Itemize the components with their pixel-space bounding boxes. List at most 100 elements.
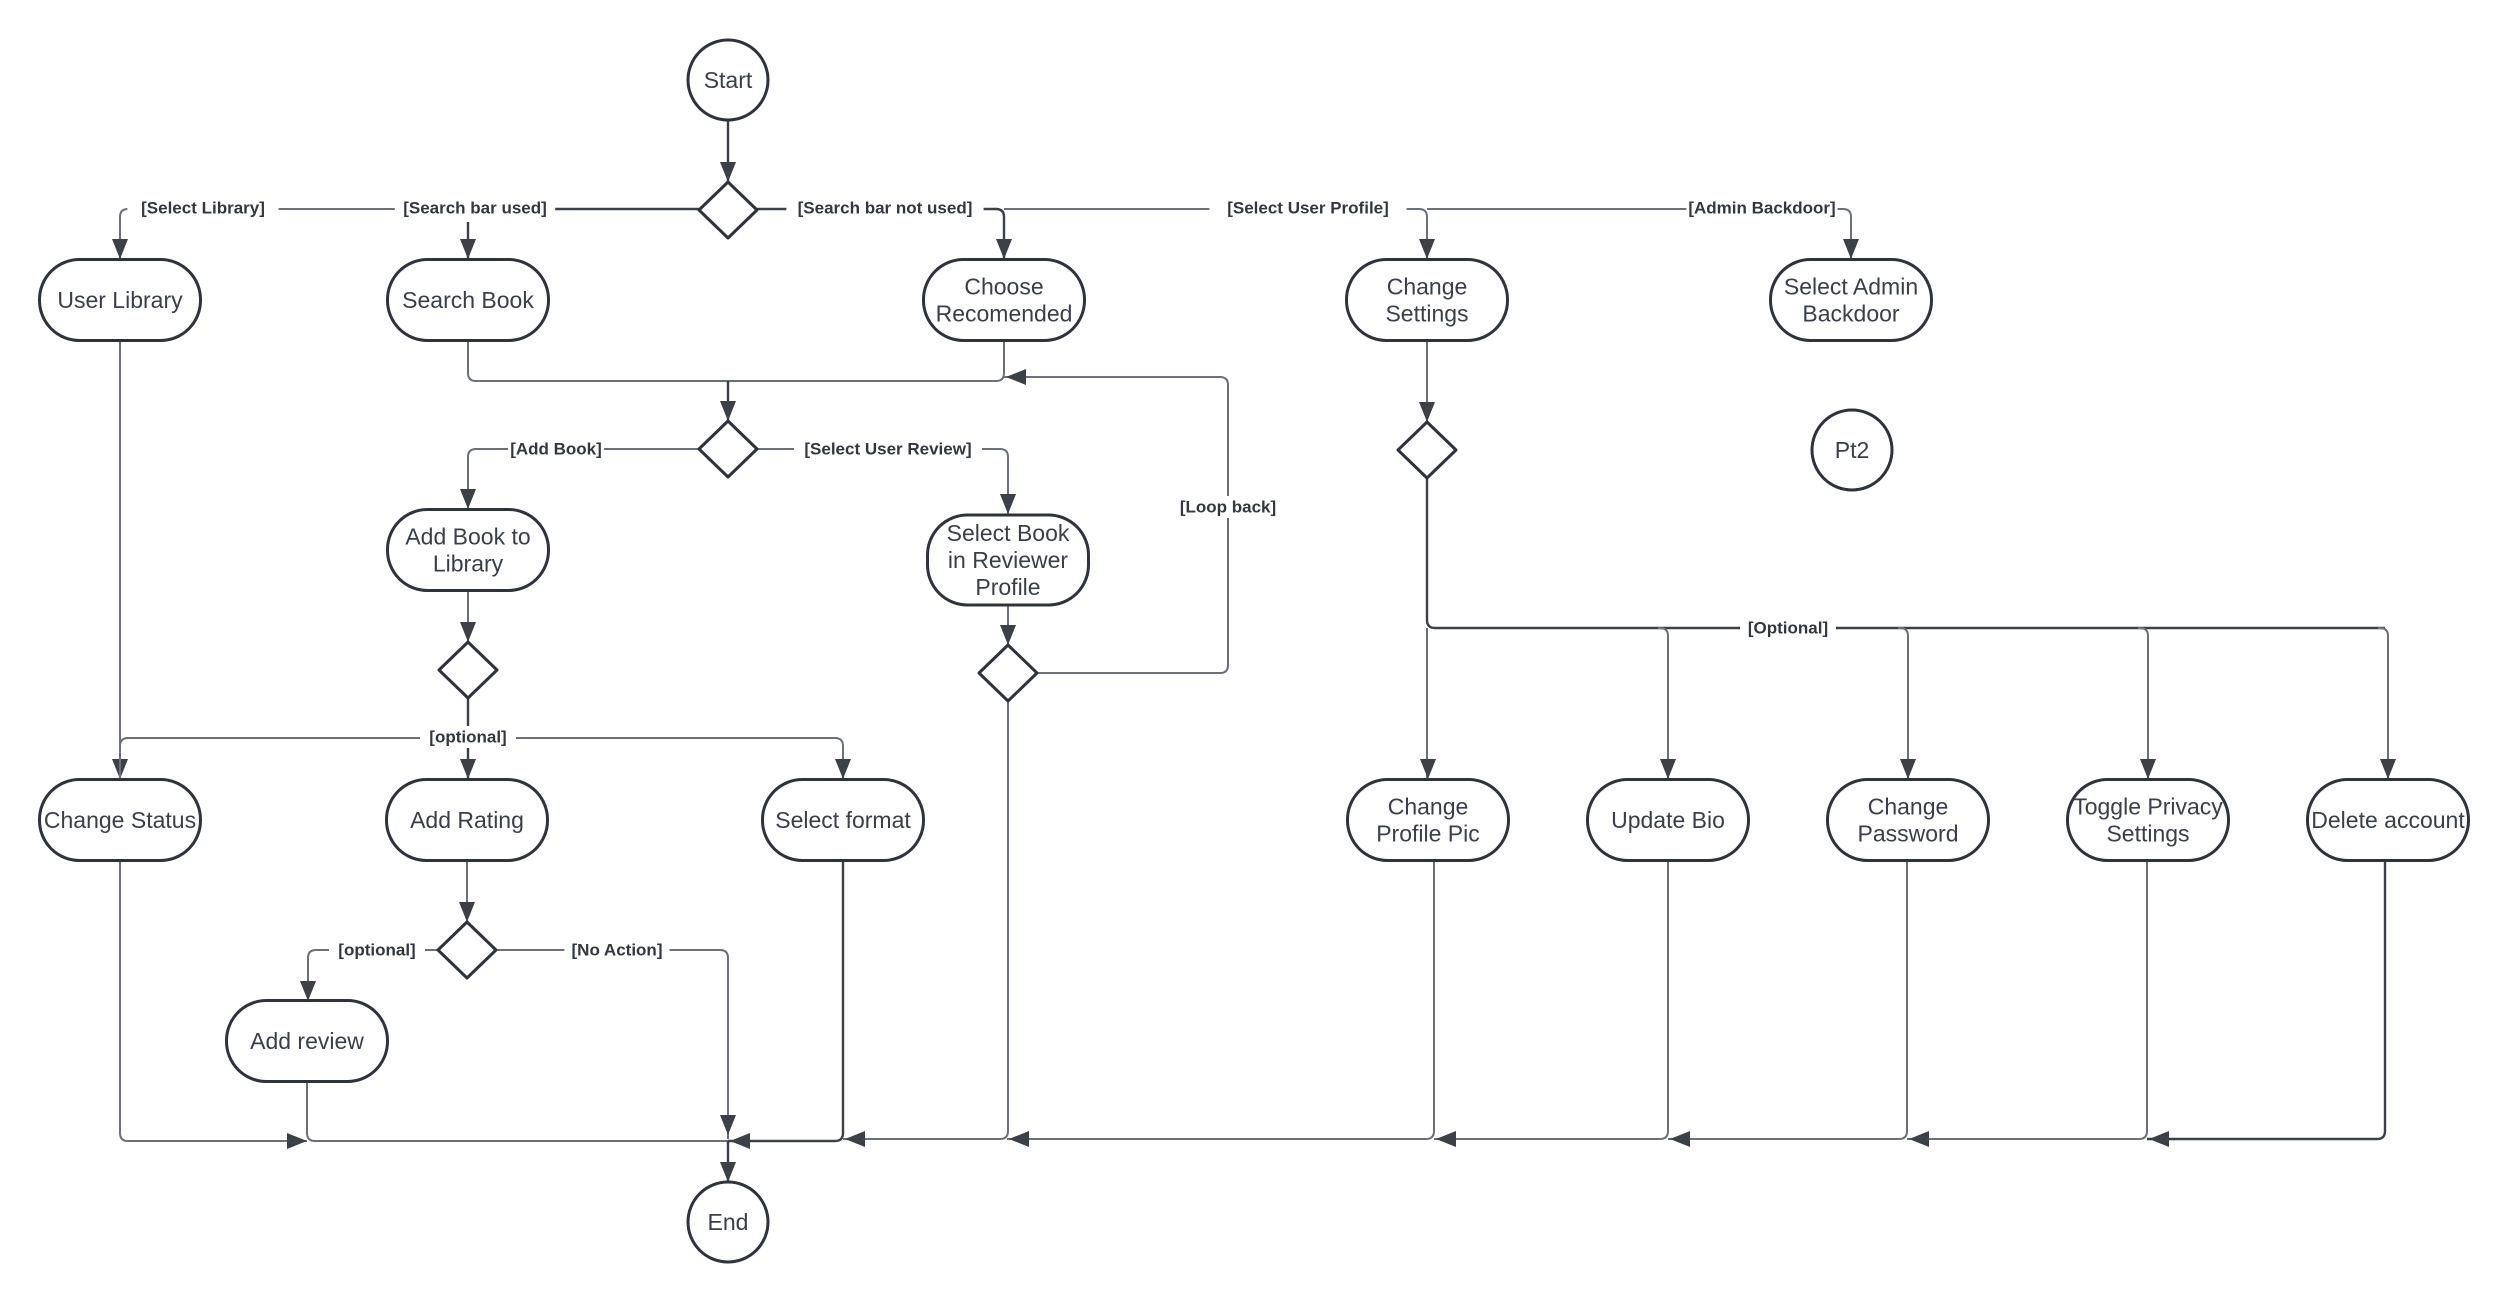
action-change-status[interactable]: Change Status bbox=[38, 778, 202, 862]
flow-optional-to-change-status bbox=[119, 737, 468, 779]
arrowhead-icon bbox=[112, 239, 128, 259]
decision-after-rating[interactable] bbox=[436, 920, 498, 980]
action-toggle-privacy-settings[interactable]: Toggle PrivacySettings bbox=[2066, 778, 2230, 862]
action-select-book-in-reviewer-profile[interactable]: Select Bookin ReviewerProfile bbox=[926, 513, 1090, 607]
guard-label: [optional] bbox=[338, 941, 415, 960]
guard-label: [Select User Review] bbox=[804, 440, 971, 459]
arrowhead-icon bbox=[2380, 759, 2396, 779]
arrowhead-icon bbox=[1006, 369, 1026, 385]
guard-label: [Loop back] bbox=[1180, 498, 1276, 517]
action-label: Settings bbox=[1385, 301, 1468, 327]
action-label: User Library bbox=[57, 287, 183, 313]
arrowhead-icon bbox=[460, 239, 476, 259]
guard-label: [Search bar used] bbox=[403, 199, 547, 218]
flow-delete-account-to-end bbox=[2147, 860, 2387, 1141]
action-label: Settings bbox=[2106, 821, 2189, 847]
flow-add-review-to-end bbox=[306, 1082, 728, 1142]
arrowhead-icon bbox=[835, 759, 851, 779]
action-label: Library bbox=[433, 551, 504, 577]
guard-add-book: [Add Book] bbox=[508, 438, 604, 460]
arrowhead-icon bbox=[1000, 625, 1016, 645]
end-node[interactable]: End bbox=[686, 1180, 770, 1264]
flow-select-format-to-end bbox=[728, 861, 845, 1143]
action-delete-account[interactable]: Delete account bbox=[2306, 778, 2470, 862]
pt2-label: Pt2 bbox=[1835, 437, 1870, 463]
flow-optional-settings-bus bbox=[1425, 478, 2385, 630]
arrowhead-icon bbox=[1420, 759, 1436, 779]
decision-after-add-book[interactable] bbox=[437, 640, 499, 700]
decision-book-action[interactable] bbox=[697, 419, 759, 479]
guard-search-bar-used: [Search bar used] bbox=[394, 197, 556, 219]
arrowhead-icon bbox=[720, 1162, 736, 1182]
arrowhead-icon bbox=[2140, 759, 2156, 779]
action-select-format[interactable]: Select format bbox=[761, 778, 925, 862]
guard-label: [Select User Profile] bbox=[1227, 199, 1389, 218]
action-search-book[interactable]: Search Book bbox=[386, 258, 550, 342]
flow-update-bio-to-end bbox=[1434, 860, 1669, 1140]
flow-change-password-to-end bbox=[1668, 860, 1908, 1140]
arrowhead-icon bbox=[460, 622, 476, 642]
arrowhead-icon bbox=[460, 489, 476, 509]
action-update-bio[interactable]: Update Bio bbox=[1586, 778, 1750, 862]
decision-after-reviewer[interactable] bbox=[977, 643, 1039, 703]
guard-select-library: [Select Library] bbox=[127, 197, 279, 219]
action-label: Backdoor bbox=[1802, 301, 1900, 327]
action-label: Toggle Privacy bbox=[2073, 794, 2223, 820]
action-label: Add review bbox=[250, 1028, 364, 1054]
arrowhead-icon bbox=[460, 759, 476, 779]
flow-optional-settings-branch bbox=[1898, 627, 1909, 779]
action-label: Select format bbox=[775, 807, 911, 833]
arrowhead-icon bbox=[845, 1131, 865, 1147]
action-add-book-to-library[interactable]: Add Book toLibrary bbox=[386, 508, 550, 592]
action-change-settings[interactable]: ChangeSettings bbox=[1345, 258, 1509, 342]
arrowhead-icon bbox=[730, 1133, 750, 1149]
arrowhead-icon bbox=[300, 981, 316, 1001]
arrowhead-icon bbox=[1419, 402, 1435, 422]
guard-select-user-review: [Select User Review] bbox=[794, 438, 982, 460]
guard-no-action: [No Action] bbox=[564, 939, 670, 961]
activity-diagram-canvas: Start User Library Search Book ChooseRecome… bbox=[38, 38, 2470, 1264]
action-label: Change bbox=[1388, 794, 1469, 820]
pt2-node[interactable]: Pt2 bbox=[1810, 408, 1894, 492]
arrowhead-icon bbox=[1909, 1131, 1929, 1147]
decision-entry[interactable] bbox=[697, 180, 759, 240]
action-user-library[interactable]: User Library bbox=[38, 258, 202, 342]
action-add-review[interactable]: Add review bbox=[225, 999, 389, 1083]
guard-label: [Select Library] bbox=[141, 199, 265, 218]
action-label: Select Book bbox=[947, 520, 1070, 546]
action-label: Profile bbox=[975, 574, 1040, 600]
flow-change-profile-pic-to-end bbox=[1007, 860, 1435, 1140]
action-label: Update Bio bbox=[1611, 807, 1725, 833]
action-add-rating[interactable]: Add Rating bbox=[385, 778, 549, 862]
flow-toggle-privacy-to-end bbox=[1907, 860, 2148, 1140]
flow-optional-settings-branch bbox=[2138, 627, 2149, 779]
start-node[interactable]: Start bbox=[686, 38, 770, 122]
action-label: Change bbox=[1387, 274, 1468, 300]
guard-admin-backdoor: [Admin Backdoor] bbox=[1686, 197, 1838, 219]
arrowhead-icon bbox=[720, 162, 736, 182]
arrowhead-icon bbox=[1009, 1131, 1029, 1147]
arrowhead-icon bbox=[1670, 1131, 1690, 1147]
guard-optional-review: [optional] bbox=[329, 939, 425, 961]
action-label: Change Status bbox=[44, 807, 196, 833]
action-change-profile-pic[interactable]: ChangeProfile Pic bbox=[1346, 778, 1510, 862]
guard-label: [Optional] bbox=[1748, 619, 1828, 638]
arrowhead-icon bbox=[1660, 759, 1676, 779]
action-choose-recommended[interactable]: ChooseRecomended bbox=[922, 258, 1086, 342]
flow-optional-to-select-format bbox=[468, 737, 844, 779]
guard-search-bar-not-used: [Search bar not used] bbox=[786, 197, 984, 219]
arrowhead-icon bbox=[720, 401, 736, 421]
decision-settings[interactable] bbox=[1396, 420, 1458, 480]
flow-optional-settings-branch bbox=[2378, 627, 2389, 779]
action-label: Password bbox=[1858, 821, 1959, 847]
arrowhead-icon bbox=[1000, 494, 1016, 514]
end-label: End bbox=[708, 1209, 749, 1235]
arrowhead-icon bbox=[2149, 1131, 2169, 1147]
flow-optional-settings-branch bbox=[1658, 627, 1669, 779]
action-change-password[interactable]: ChangePassword bbox=[1826, 778, 1990, 862]
flow-merge-search-recommended bbox=[467, 340, 1005, 382]
action-select-admin-backdoor[interactable]: Select AdminBackdoor bbox=[1769, 258, 1933, 342]
guard-optional-library: [optional] bbox=[420, 726, 516, 748]
action-label: Change bbox=[1868, 794, 1949, 820]
guard-loop-back: [Loop back] bbox=[1175, 496, 1281, 518]
